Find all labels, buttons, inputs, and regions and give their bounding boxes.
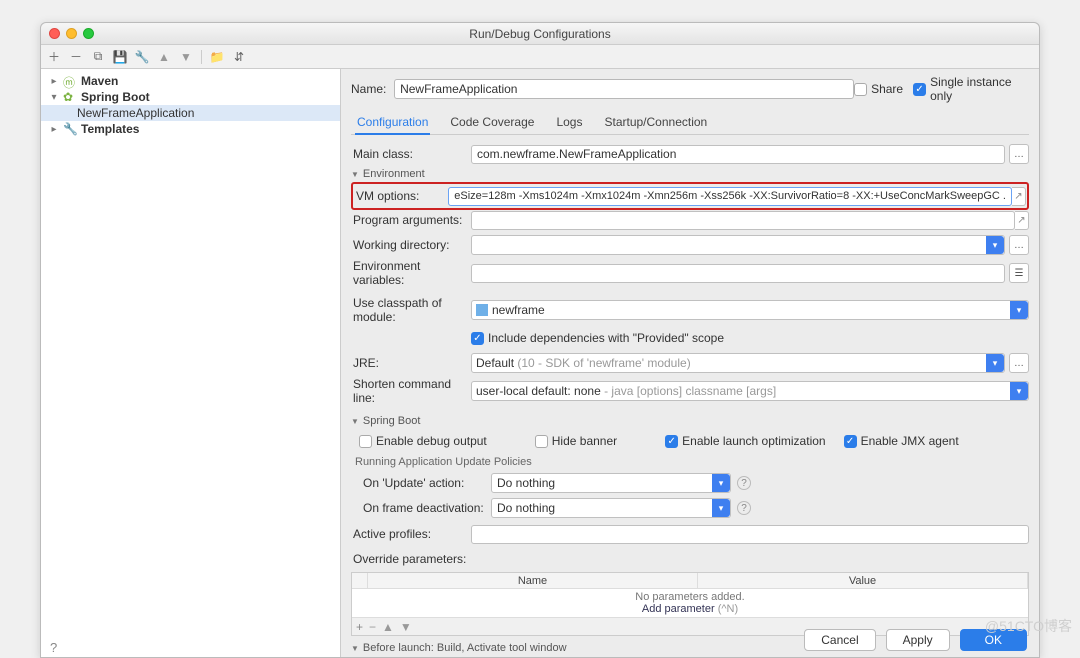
tree-item-springboot[interactable]: ▾✿ Spring Boot [41, 89, 340, 105]
vm-options-label: VM options: [354, 189, 448, 203]
classpath-label: Use classpath of module: [351, 296, 471, 324]
browse-working-dir-button[interactable]: … [1009, 235, 1029, 255]
vm-options-input[interactable]: eSize=128m -Xms1024m -Xmx1024m -Xmn256m … [448, 187, 1012, 206]
tree-label: Templates [81, 122, 139, 136]
env-vars-label: Environment variables: [351, 259, 471, 287]
single-instance-checkbox[interactable]: ✓Single instance only [913, 75, 1029, 103]
springboot-section[interactable]: Spring Boot [351, 415, 1029, 427]
th-name: Name [368, 573, 698, 588]
folder-icon[interactable]: 📁 [210, 50, 224, 64]
on-frame-dropdown[interactable]: Do nothing▾ [491, 498, 731, 518]
remove-icon[interactable]: − [369, 620, 376, 634]
main-class-label: Main class: [351, 147, 471, 161]
watermark: @51CTO博客 [985, 616, 1072, 636]
tree-item-templates[interactable]: ▸🔧 Templates [41, 121, 340, 137]
name-input[interactable]: NewFrameApplication [394, 79, 854, 99]
tree-label: Spring Boot [81, 90, 150, 104]
help-icon[interactable]: ? [50, 640, 57, 655]
down-icon[interactable]: ▼ [400, 620, 412, 634]
tab-startup[interactable]: Startup/Connection [602, 111, 709, 134]
up-icon[interactable]: ▲ [382, 620, 394, 634]
remove-config-icon[interactable]: － [69, 50, 83, 64]
tab-configuration[interactable]: Configuration [355, 111, 430, 135]
environment-section[interactable]: Environment [351, 168, 1029, 180]
program-args-label: Program arguments: [351, 213, 471, 227]
tree-item-maven[interactable]: ▸ⓜ Maven [41, 73, 340, 89]
up-icon[interactable]: ▲ [157, 50, 171, 64]
on-update-dropdown[interactable]: Do nothing▾ [491, 473, 731, 493]
browse-main-class-button[interactable]: … [1009, 144, 1029, 164]
working-dir-input[interactable]: ▾ [471, 235, 1005, 255]
tree-item-app[interactable]: NewFrameApplication [41, 105, 340, 121]
copy-config-icon[interactable]: ⧉ [91, 50, 105, 64]
active-profiles-label: Active profiles: [351, 527, 471, 541]
help-icon[interactable]: ? [737, 501, 751, 515]
cancel-button[interactable]: Cancel [804, 629, 875, 651]
tab-code-coverage[interactable]: Code Coverage [448, 111, 536, 134]
config-toolbar: ＋ － ⧉ 💾 🔧 ▲ ▼ 📁 ⇵ [41, 45, 1039, 69]
program-args-input[interactable] [471, 211, 1015, 230]
window-title: Run/Debug Configurations [41, 27, 1039, 41]
expand-vm-options-icon[interactable]: ↗ [1012, 187, 1026, 206]
wrench-icon[interactable]: 🔧 [135, 50, 149, 64]
vm-options-highlight: VM options: eSize=128m -Xms1024m -Xmx102… [351, 182, 1029, 210]
env-vars-input[interactable] [471, 264, 1005, 283]
tree-label: Maven [81, 74, 118, 88]
th-value: Value [698, 573, 1028, 588]
share-checkbox[interactable]: Share [854, 82, 903, 96]
apply-button[interactable]: Apply [886, 629, 950, 651]
enable-debug-checkbox[interactable]: Enable debug output [359, 434, 487, 448]
active-profiles-input[interactable] [471, 525, 1029, 544]
main-class-input[interactable]: com.newframe.NewFrameApplication [471, 145, 1005, 164]
browse-jre-button[interactable]: … [1009, 353, 1029, 373]
separator [201, 50, 202, 64]
include-provided-checkbox[interactable]: ✓Include dependencies with "Provided" sc… [471, 331, 724, 345]
policies-label: Running Application Update Policies [355, 456, 1029, 468]
hide-banner-checkbox[interactable]: Hide banner [535, 434, 617, 448]
no-params-text: No parameters added. [352, 591, 1028, 603]
jre-label: JRE: [351, 356, 471, 370]
save-config-icon[interactable]: 💾 [113, 50, 127, 64]
down-icon[interactable]: ▼ [179, 50, 193, 64]
working-dir-label: Working directory: [351, 238, 471, 252]
enable-launch-opt-checkbox[interactable]: ✓Enable launch optimization [665, 434, 825, 448]
add-config-icon[interactable]: ＋ [47, 50, 61, 64]
tree-label: NewFrameApplication [77, 106, 194, 120]
override-params-label: Override parameters: [351, 552, 466, 566]
browse-env-vars-button[interactable]: ☰ [1009, 263, 1029, 283]
titlebar: Run/Debug Configurations [41, 23, 1039, 45]
add-icon[interactable]: + [356, 620, 363, 634]
config-tree: ▸ⓜ Maven ▾✿ Spring Boot NewFrameApplicat… [41, 69, 341, 657]
help-icon[interactable]: ? [737, 476, 751, 490]
enable-jmx-checkbox[interactable]: ✓Enable JMX agent [844, 434, 959, 448]
jre-dropdown[interactable]: Default (10 - SDK of 'newframe' module)▾ [471, 353, 1005, 373]
shorten-label: Shorten command line: [351, 377, 471, 405]
config-tabs: Configuration Code Coverage Logs Startup… [351, 111, 1029, 135]
add-parameter-link[interactable]: Add parameter [642, 603, 715, 615]
name-label: Name: [351, 82, 394, 96]
shorten-dropdown[interactable]: user-local default: none - java [options… [471, 381, 1029, 401]
tab-logs[interactable]: Logs [554, 111, 584, 134]
sort-icon[interactable]: ⇵ [232, 50, 246, 64]
classpath-dropdown[interactable]: newframe▾ [471, 300, 1029, 320]
expand-args-icon[interactable]: ↗ [1015, 211, 1029, 230]
on-frame-label: On frame deactivation: [361, 501, 491, 515]
on-update-label: On 'Update' action: [361, 476, 491, 490]
